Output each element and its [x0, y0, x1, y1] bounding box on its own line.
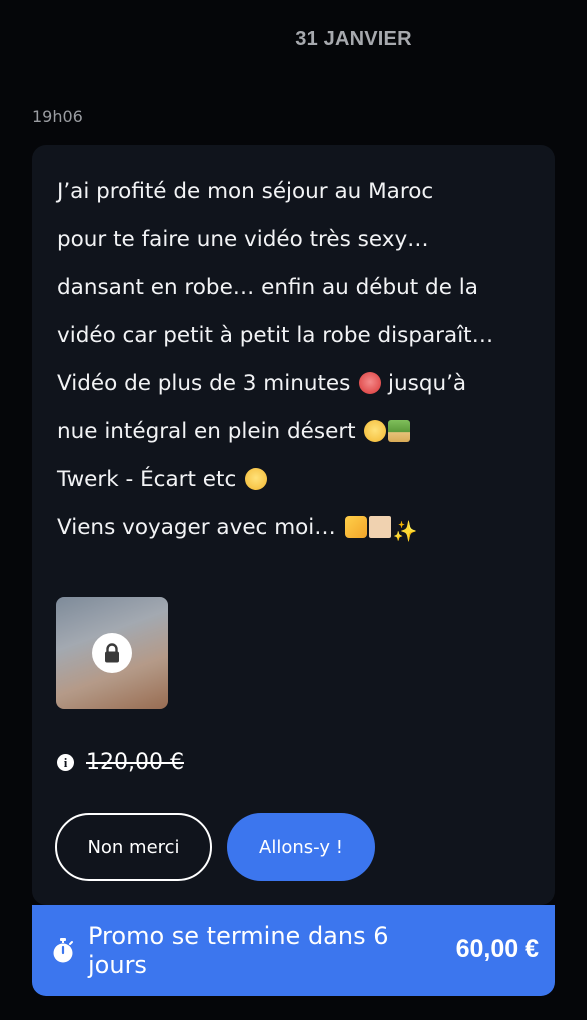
- message-line-text: Viens voyager avec moi…: [57, 515, 336, 540]
- promo-price: 60,00 €: [455, 935, 539, 963]
- message-line: Viens voyager avec moi… ✨: [57, 504, 547, 552]
- beige-square-emoji-icon: [368, 516, 391, 538]
- message-text: J’ai profité de mon séjour au Maroc pour…: [57, 168, 547, 552]
- hot-face-emoji-icon: [359, 372, 382, 394]
- message-line-text: vidéo car petit à petit la robe disparaî…: [57, 323, 494, 348]
- desert-emoji-icon: [388, 420, 411, 442]
- message-line: Twerk - Écart etc: [57, 456, 547, 504]
- promo-banner[interactable]: Promo se termine dans 6 jours 60,00 €: [32, 905, 555, 996]
- accept-button[interactable]: Allons-y !: [227, 813, 375, 881]
- message-line: nue intégral en plein désert: [57, 408, 547, 456]
- stopwatch-icon: [52, 938, 74, 968]
- message-line-text: Vidéo de plus de 3 minutes: [57, 371, 351, 396]
- locked-media-thumbnail[interactable]: [56, 597, 168, 709]
- message-line-text: J’ai profité de mon séjour au Maroc: [57, 179, 434, 204]
- smirk-emoji-icon: [245, 468, 268, 490]
- heart-hands-emoji-icon: [344, 516, 367, 538]
- message-line-text: jusqu’à: [388, 371, 467, 396]
- sparkles-emoji-icon: ✨: [392, 519, 418, 543]
- message-line-text: dansant en robe… enfin au début de la: [57, 275, 478, 300]
- message-line: vidéo car petit à petit la robe disparaî…: [57, 312, 547, 360]
- message-time: 19h06: [32, 107, 83, 126]
- message-line: J’ai profité de mon séjour au Maroc: [57, 168, 547, 216]
- original-price: 120,00 €: [86, 750, 184, 775]
- decline-button[interactable]: Non merci: [55, 813, 212, 881]
- lock-icon: [92, 633, 132, 673]
- date-header: 31 JANVIER: [295, 28, 412, 50]
- promo-text: Promo se termine dans 6 jours: [88, 922, 389, 979]
- eye-roll-emoji-icon: [364, 420, 387, 442]
- message-line-text: pour te faire une vidéo très sexy…: [57, 227, 429, 252]
- message-line: Vidéo de plus de 3 minutes jusqu’à: [57, 360, 547, 408]
- message-line: pour te faire une vidéo très sexy…: [57, 216, 547, 264]
- message-line-text: nue intégral en plein désert: [57, 419, 356, 444]
- message-line: dansant en robe… enfin au début de la: [57, 264, 547, 312]
- info-icon[interactable]: i: [57, 754, 74, 771]
- message-line-text: Twerk - Écart etc: [57, 467, 237, 492]
- price-row: i 120,00 €: [57, 750, 184, 775]
